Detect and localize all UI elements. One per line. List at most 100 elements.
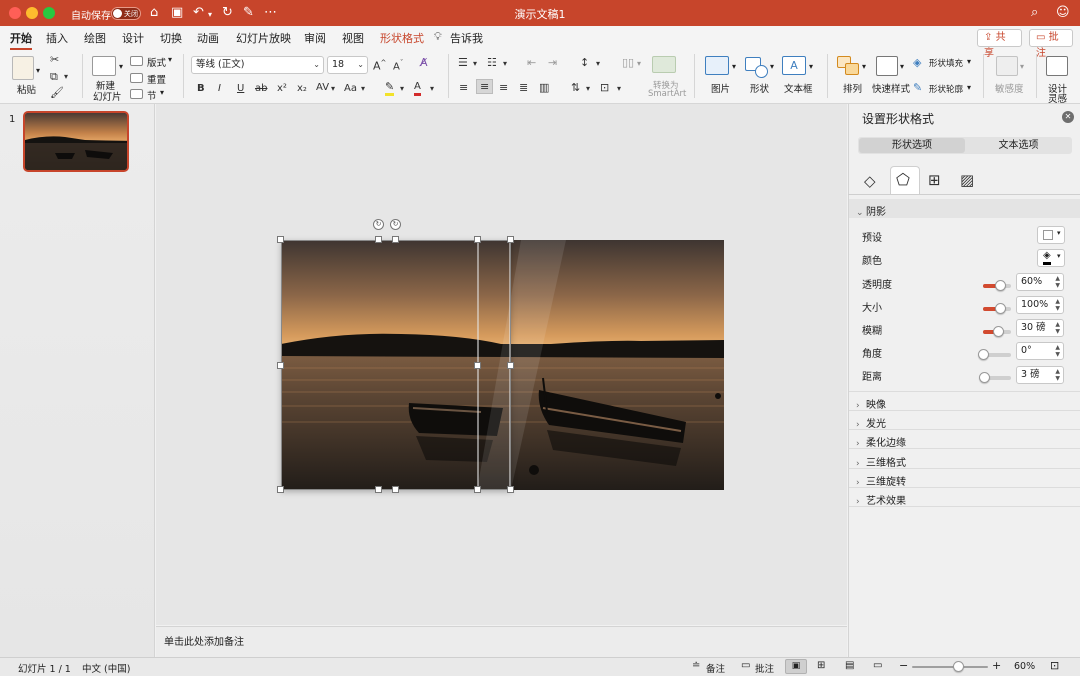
smiley-icon[interactable]: ☺ — [1056, 5, 1070, 20]
paste-dropdown-icon[interactable]: ▾ — [36, 66, 40, 75]
chevron-down-icon[interactable]: ▾ — [617, 82, 621, 95]
comments-status-icon[interactable]: ▭ — [741, 660, 750, 671]
picture-icon[interactable]: ▨ — [960, 171, 974, 189]
resize-handle[interactable] — [277, 362, 284, 369]
fit-slide-icon[interactable]: ⊡ — [1050, 659, 1059, 672]
chevron-down-icon[interactable]: ▾ — [809, 62, 813, 71]
shape-fill-icon[interactable]: ◈ — [913, 56, 921, 69]
resize-handle[interactable] — [474, 486, 481, 493]
blur-slider[interactable] — [983, 326, 1011, 337]
align-right-icon[interactable]: ≡ — [499, 81, 508, 94]
distance-input[interactable]: 3 磅 ▲ ▼ — [1016, 366, 1064, 384]
shape-outline-icon[interactable]: ✎ — [913, 81, 922, 94]
change-case-button[interactable]: Aa — [344, 82, 357, 95]
tell-me[interactable]: 告诉我 — [450, 30, 483, 46]
artistic-effects-section-toggle[interactable]: › 艺术效果 — [856, 492, 906, 507]
chevron-down-icon[interactable]: ▾ — [770, 62, 774, 71]
zoom-in-icon[interactable]: + — [992, 659, 1001, 672]
angle-slider[interactable] — [978, 349, 1011, 360]
language-status[interactable]: 中文 (中国) — [82, 661, 130, 675]
align-left-icon[interactable]: ≡ — [459, 81, 468, 94]
decrease-indent-icon[interactable]: ⇤ — [527, 56, 536, 69]
text-direction-icon[interactable]: ⇅ — [571, 81, 580, 94]
comments-button[interactable]: ▭ 批注 — [1029, 29, 1073, 59]
superscript-button[interactable]: x² — [277, 82, 287, 95]
picture-icon[interactable] — [705, 56, 729, 75]
layout-dropdown-icon[interactable]: ▾ — [168, 55, 172, 64]
highlight-icon[interactable]: ✎ — [385, 80, 395, 96]
strikethrough-button[interactable]: ab — [255, 82, 267, 95]
subscript-button[interactable]: x₂ — [297, 82, 307, 95]
chevron-down-icon[interactable]: ▾ — [732, 62, 736, 71]
share-button[interactable]: ⇪ 共享 — [977, 29, 1022, 59]
effects-icon[interactable]: ⬠ — [896, 170, 910, 189]
tab-draw[interactable]: 绘图 — [84, 30, 106, 46]
bullets-icon[interactable]: ☰ — [458, 56, 468, 69]
zoom-slider[interactable] — [912, 661, 988, 672]
new-slide-dropdown-icon[interactable]: ▾ — [119, 62, 123, 71]
notes-placeholder[interactable]: 单击此处添加备注 — [164, 633, 244, 648]
chevron-down-icon[interactable]: ▾ — [900, 62, 904, 71]
resize-handle[interactable] — [392, 236, 399, 243]
tab-review[interactable]: 审阅 — [304, 30, 326, 46]
stepper-icon[interactable]: ▲ ▼ — [1055, 298, 1060, 312]
new-slide-icon[interactable] — [92, 56, 116, 76]
tab-home[interactable]: 开始 — [10, 30, 32, 50]
resize-handle[interactable] — [277, 486, 284, 493]
clear-formatting-icon[interactable]: A̸ — [420, 56, 428, 69]
chevron-down-icon[interactable]: ▾ — [430, 82, 434, 95]
glow-section-toggle[interactable]: › 发光 — [856, 415, 886, 430]
section-button[interactable]: 节 — [147, 88, 157, 102]
format-painter-icon[interactable]: 🖌︎ — [50, 86, 64, 99]
chevron-down-icon[interactable]: ▾ — [361, 82, 365, 95]
resize-handle[interactable] — [392, 486, 399, 493]
slideshow-icon[interactable]: ▭ — [873, 660, 882, 671]
underline-button[interactable]: U — [237, 82, 244, 95]
notes-status-button[interactable]: 备注 — [706, 661, 725, 675]
textbox-icon[interactable]: A — [782, 56, 806, 75]
chevron-down-icon[interactable]: ▾ — [967, 83, 971, 92]
slider-thumb[interactable] — [994, 280, 1006, 291]
size-input[interactable]: 100% ▲ ▼ — [1016, 296, 1064, 314]
chevron-down-icon[interactable]: ▾ — [862, 62, 866, 71]
align-center-icon[interactable]: ≡ — [476, 79, 494, 94]
distance-slider[interactable] — [979, 372, 1011, 383]
character-spacing-button[interactable]: AV — [316, 81, 329, 94]
chevron-down-icon[interactable]: ▾ — [586, 82, 590, 95]
chevron-down-icon[interactable]: ▾ — [473, 57, 477, 70]
chevron-down-icon[interactable]: ▾ — [596, 57, 600, 70]
sensitivity-icon[interactable] — [996, 56, 1018, 76]
size-properties-icon[interactable]: ⊞ — [928, 171, 941, 189]
shadow-preset-dropdown[interactable]: ▾ — [1037, 226, 1065, 244]
shape-fill-button[interactable]: 形状填充 — [929, 57, 963, 69]
3d-format-section-toggle[interactable]: › 三维格式 — [856, 454, 906, 469]
resize-handle[interactable] — [375, 236, 382, 243]
zoom-level[interactable]: 60% — [1014, 661, 1035, 672]
normal-view-icon[interactable]: ▣ — [785, 659, 807, 674]
chevron-down-icon[interactable]: ▾ — [637, 57, 641, 70]
font-family-select[interactable]: 等线 (正文) ⌄ — [191, 56, 324, 74]
font-size-select[interactable]: 18 ⌄ — [327, 56, 368, 74]
tab-transitions[interactable]: 切换 — [160, 30, 182, 46]
close-icon[interactable]: ✕ — [1062, 111, 1074, 123]
tab-view[interactable]: 视图 — [342, 30, 364, 46]
copy-dropdown-icon[interactable]: ▾ — [64, 70, 68, 83]
stepper-icon[interactable]: ▲ ▼ — [1055, 368, 1060, 382]
align-text-icon[interactable]: ⊡ — [600, 81, 609, 94]
tab-design[interactable]: 设计 — [122, 30, 144, 46]
stepper-icon[interactable]: ▲ ▼ — [1055, 344, 1060, 358]
shape-outline-button[interactable]: 形状轮廓 — [929, 83, 963, 95]
tab-animations[interactable]: 动画 — [197, 30, 219, 46]
transparency-slider[interactable] — [983, 280, 1011, 291]
soft-edges-section-toggle[interactable]: › 柔化边缘 — [856, 434, 906, 449]
chevron-down-icon[interactable]: ▾ — [503, 57, 507, 70]
copy-icon[interactable]: ⧉ — [50, 70, 58, 83]
zoom-out-icon[interactable]: − — [899, 659, 908, 672]
notes-status-icon[interactable]: ≐ — [692, 660, 700, 671]
reflection-section-toggle[interactable]: › 映像 — [856, 396, 886, 411]
resize-handle[interactable] — [507, 486, 514, 493]
layout-button[interactable]: 版式 — [147, 55, 166, 69]
resize-handle[interactable] — [507, 236, 514, 243]
tab-shape-options[interactable]: 形状选项 — [859, 138, 965, 153]
resize-handle[interactable] — [507, 362, 514, 369]
